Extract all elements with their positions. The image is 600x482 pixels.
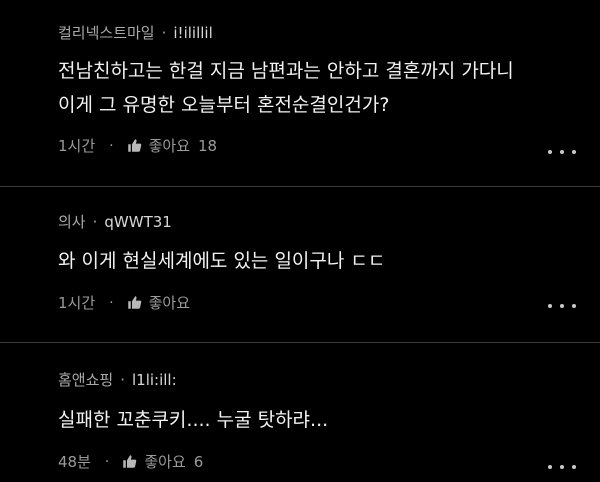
comment-time: 1시간 (58, 294, 96, 312)
comment-author-meta: 의사 · qWWT31 (58, 211, 172, 232)
author-handle[interactable]: l1li:ill: (132, 371, 177, 389)
author-handle[interactable]: qWWT31 (104, 213, 171, 231)
author-handle[interactable]: i!ilillil (173, 24, 212, 42)
author-community: 의사 (58, 213, 86, 231)
more-horizontal-icon (548, 150, 552, 154)
more-options-button[interactable] (548, 461, 576, 473)
meta-separator: · (109, 294, 114, 311)
more-options-button[interactable] (548, 146, 576, 158)
comment-time: 48분 (58, 453, 91, 471)
meta-separator: · (120, 370, 125, 389)
comment-text-line: 이게 그 유명한 오늘부터 혼전순결인건가? (58, 94, 390, 116)
thumbs-up-icon (123, 455, 137, 468)
author-community: 홈앤쇼핑 (58, 371, 114, 389)
like-count: 18 (198, 136, 218, 155)
comment-time: 1시간 (58, 137, 96, 155)
more-options-button[interactable] (548, 300, 576, 312)
comment-text-line: 전남친하고는 한걸 지금 남편과는 안하고 결혼까지 가다니 (58, 60, 514, 82)
author-community: 컬리넥스트마일 (58, 24, 155, 42)
like-label: 좋아요 (148, 294, 191, 312)
meta-separator: · (104, 453, 110, 470)
like-count: 6 (193, 452, 204, 471)
like-button[interactable]: 좋아요 18 (127, 135, 218, 156)
comment-author-meta: 컬리넥스트마일 · i!ilillil (58, 22, 213, 43)
comment-text-line: 실패한 꼬춘쿠키.... 누굴 탓하랴... (58, 409, 329, 431)
comment-divider (0, 342, 600, 343)
meta-separator: · (161, 23, 167, 42)
comment-actions: 1시간 · 좋아요 (58, 292, 198, 313)
comment-divider (0, 186, 600, 187)
comment-actions: 48분 · 좋아요 6 (58, 451, 203, 472)
like-button[interactable]: 좋아요 6 (122, 451, 203, 472)
more-horizontal-icon (548, 465, 552, 469)
meta-separator: · (92, 212, 98, 231)
like-button[interactable]: 좋아요 (127, 292, 198, 313)
thumbs-up-icon (127, 296, 141, 309)
meta-separator: · (109, 137, 114, 154)
comment-actions: 1시간 · 좋아요 18 (58, 135, 217, 156)
more-horizontal-icon (548, 304, 552, 308)
like-label: 좋아요 (148, 137, 191, 155)
like-label: 좋아요 (144, 453, 186, 471)
thumbs-up-icon (127, 139, 141, 152)
comment-author-meta: 홈앤쇼핑 · l1li:ill: (58, 369, 177, 390)
comment-text-line: 와 이게 현실세계에도 있는 일이구나 ㄷㄷ (58, 250, 386, 272)
